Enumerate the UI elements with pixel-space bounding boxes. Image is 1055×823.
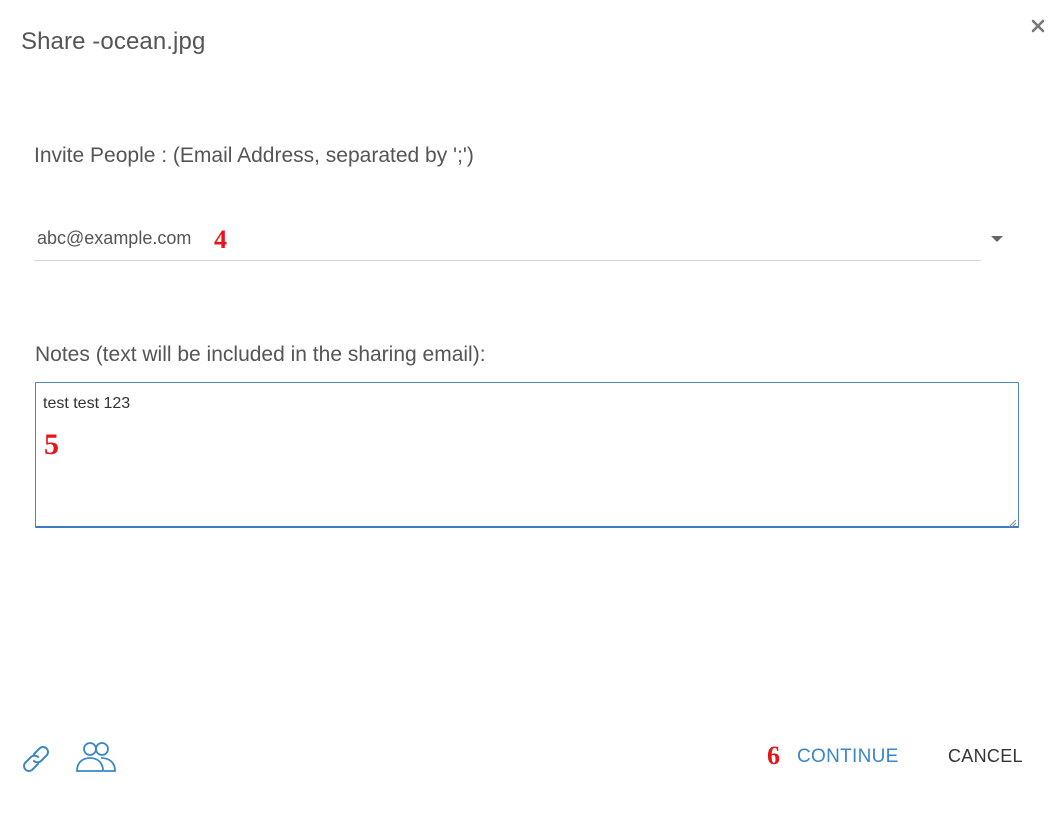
step-annotation-4: 4 (214, 225, 227, 254)
link-icon[interactable] (18, 741, 54, 777)
continue-button[interactable]: CONTINUE (797, 746, 899, 768)
close-icon[interactable] (1026, 14, 1050, 38)
dialog-title: Share -ocean.jpg (21, 28, 206, 55)
email-value: abc@example.com (37, 228, 192, 248)
cancel-button[interactable]: CANCEL (948, 746, 1023, 767)
share-dialog: Share -ocean.jpg Invite People : (Email … (0, 0, 1055, 823)
email-input[interactable]: abc@example.com (34, 222, 981, 261)
notes-label: Notes (text will be included in the shar… (35, 343, 486, 366)
resize-grip-icon[interactable] (1007, 515, 1017, 528)
step-annotation-6: 6 (767, 741, 780, 770)
people-icon[interactable] (74, 740, 118, 774)
notes-textarea[interactable]: test test 123 (35, 382, 1019, 528)
step-annotation-5: 5 (44, 428, 59, 461)
caret-down-icon[interactable] (990, 231, 1004, 242)
invite-label: Invite People : (Email Address, separate… (34, 144, 474, 167)
notes-value: test test 123 (43, 395, 131, 412)
